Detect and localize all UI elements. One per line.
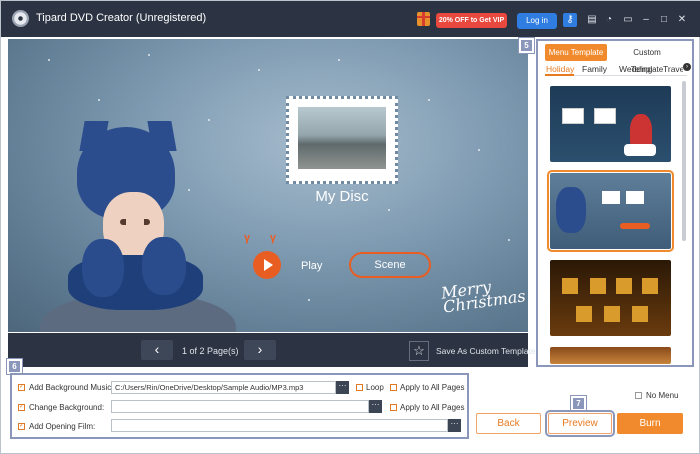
menu-preview: My Disc ᵞᵞ Play Scene Merry Christmas <box>8 39 528 332</box>
maximize-icon[interactable]: □ <box>657 13 671 27</box>
merry-christmas-text: Merry Christmas <box>439 276 527 317</box>
no-menu-checkbox[interactable] <box>635 392 642 399</box>
vip-promo-button[interactable]: 20% OFF to Get VIP <box>436 13 507 28</box>
loop-checkbox[interactable] <box>356 384 363 391</box>
template-thumb-2-selected[interactable] <box>547 170 674 252</box>
document-icon[interactable]: ▤ <box>585 13 599 27</box>
opening-film-checkbox[interactable]: ✓ <box>18 423 25 430</box>
play-button[interactable] <box>253 251 281 279</box>
child-photo <box>24 79 236 332</box>
chat-icon[interactable]: ◔ <box>602 13 616 27</box>
template-scrollbar[interactable] <box>682 81 686 241</box>
scene-button[interactable]: Scene <box>349 252 431 278</box>
apply-all-background-checkbox[interactable] <box>390 404 397 411</box>
disc-title[interactable]: My Disc <box>292 188 392 205</box>
category-wedding[interactable]: Wedding <box>619 64 652 74</box>
feedback-icon[interactable]: ▭ <box>621 13 635 27</box>
annotation-badge-5: 5 <box>518 37 535 54</box>
background-music-checkbox[interactable]: ✓ <box>18 384 25 391</box>
change-background-checkbox[interactable]: ✓ <box>18 404 25 411</box>
next-page-button[interactable]: › <box>244 340 276 360</box>
save-custom-template-button[interactable]: Save As Custom Template <box>436 346 536 356</box>
app-title: Tipard DVD Creator (Unregistered) <box>36 12 207 24</box>
scroll-categories-icon[interactable]: › <box>683 63 691 71</box>
background-music-path-input[interactable]: C:/Users/Rin/OneDrive/Desktop/Sample Aud… <box>111 381 336 394</box>
browse-background-button[interactable]: ··· <box>369 400 382 413</box>
change-background-label: Change Background: <box>29 403 105 412</box>
browse-music-button[interactable]: ··· <box>336 381 349 394</box>
template-thumb-4[interactable] <box>550 347 671 364</box>
apply-all-music-checkbox[interactable] <box>390 384 397 391</box>
minimize-icon[interactable]: – <box>639 13 653 27</box>
preview-button[interactable]: Preview <box>545 410 615 437</box>
key-icon[interactable]: ⚷ <box>563 13 577 27</box>
opening-film-path-input[interactable] <box>111 419 448 432</box>
category-travel[interactable]: Travel <box>663 64 683 74</box>
app-logo-icon <box>12 10 29 27</box>
prev-page-button[interactable]: ‹ <box>141 340 173 360</box>
apply-all-music-label: Apply to All Pages <box>400 383 465 392</box>
annotation-badge-7: 7 <box>570 395 587 412</box>
title-bar: Tipard DVD Creator (Unregistered) 20% OF… <box>1 1 700 37</box>
background-music-label: Add Background Music: <box>29 383 114 392</box>
loop-label: Loop <box>366 383 384 392</box>
template-thumb-3[interactable] <box>550 260 671 336</box>
back-button[interactable]: Back <box>476 413 541 434</box>
category-family[interactable]: Family <box>582 64 607 74</box>
gift-icon[interactable] <box>417 12 430 26</box>
tab-menu-template[interactable]: Menu Template <box>545 44 607 61</box>
disc-stamp-frame <box>286 96 398 184</box>
play-label[interactable]: Play <box>301 260 322 272</box>
annotation-badge-6: 6 <box>6 358 23 375</box>
star-icon[interactable]: ☆ <box>409 341 429 361</box>
no-menu-label: No Menu <box>646 391 679 400</box>
tab-custom-template[interactable]: Custom Template <box>616 44 678 74</box>
login-button[interactable]: Log in <box>517 13 557 29</box>
burn-button[interactable]: Burn <box>617 413 683 434</box>
close-icon[interactable]: ✕ <box>675 13 689 27</box>
page-count: 1 of 2 Page(s) <box>182 346 239 356</box>
opening-film-label: Add Opening Film: <box>29 422 96 431</box>
template-thumb-1[interactable] <box>550 86 671 162</box>
street-photo <box>298 107 386 169</box>
apply-all-background-label: Apply to All Pages <box>400 403 465 412</box>
category-holiday[interactable]: Holiday <box>546 64 574 74</box>
app-window: Tipard DVD Creator (Unregistered) 20% OF… <box>0 0 700 454</box>
background-path-input[interactable] <box>111 400 369 413</box>
browse-film-button[interactable]: ··· <box>448 419 461 432</box>
